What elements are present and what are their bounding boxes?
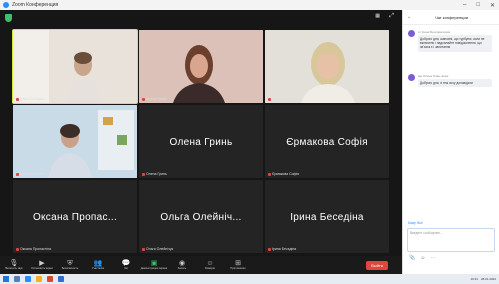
avatar — [408, 74, 415, 81]
mic-muted-icon — [268, 247, 271, 251]
participant-name: Оксана Пропастіна — [16, 247, 51, 251]
record-button[interactable]: ◉ Запись — [168, 260, 196, 271]
person-silhouette — [13, 30, 137, 103]
window-controls: – □ ✕ — [463, 2, 499, 9]
chat-title: Чат конференции — [435, 14, 468, 20]
title-bar: Zoom Конференция – □ ✕ — [0, 0, 499, 10]
file-icon[interactable]: 📎 — [409, 255, 415, 261]
mic-muted-icon — [268, 172, 271, 176]
video-tile[interactable]: Ірина Бесєдіна — [13, 105, 137, 178]
participant-name: Єрмакова Софія — [268, 172, 299, 176]
participant-tile[interactable]: Єрмакова Софія Єрмакова Софія — [265, 105, 389, 178]
chat-panel: ⌄ Чат конференции от Ірина Бесєдіна всем… — [402, 10, 499, 274]
zoom-window: Zoom Конференция – □ ✕ ▦ ⤢ Ірина Бесєдін… — [0, 0, 499, 284]
participant-display-name: Ірина Беседіна — [290, 212, 364, 224]
participants-button[interactable]: 👥 Участники — [84, 260, 112, 271]
person-silhouette — [139, 30, 263, 103]
mic-muted-icon — [142, 172, 145, 176]
minimize-icon[interactable]: – — [463, 2, 466, 9]
chat-button[interactable]: 💬 Чат — [112, 260, 140, 271]
chat-header: ⌄ Чат конференции — [403, 10, 499, 25]
mic-muted-icon — [268, 97, 271, 101]
video-tile[interactable]: Єрмакова Софія — [265, 30, 389, 103]
view-switch-button[interactable]: ▦ — [375, 13, 380, 19]
close-icon[interactable]: ✕ — [490, 2, 495, 9]
system-tray: 10:31 28.01.2022 — [470, 277, 499, 281]
chat-text: Доброго дня, я теж хочу доповідати — [418, 79, 492, 88]
chat-sender: от Ірина Бесєдіна всем — [418, 30, 451, 34]
maximize-icon[interactable]: □ — [476, 2, 480, 9]
encryption-shield-icon[interactable] — [5, 14, 12, 22]
shield-icon: ⛨ — [67, 259, 73, 267]
windows-start-icon[interactable] — [3, 276, 9, 282]
emoji-icon[interactable]: ☺ — [420, 255, 425, 261]
participants-icon: 👥 — [93, 259, 103, 267]
participant-name: Єрмакова Софія — [268, 97, 299, 101]
security-button[interactable]: ⛨ Безопасность — [56, 260, 84, 271]
search-icon[interactable] — [14, 276, 20, 282]
fullscreen-icon[interactable]: ⤢ — [389, 13, 394, 20]
reactions-icon: ☺ — [206, 259, 214, 267]
participant-tile[interactable]: Олена Гринь Олена Гринь — [139, 105, 263, 178]
participant-name: Ольга Олейнічук — [142, 247, 173, 251]
participant-name: Ірина Бесєдіна — [16, 97, 44, 101]
stop-video-button[interactable]: ▶ Остановить видео — [28, 260, 56, 271]
explorer-icon[interactable] — [36, 276, 42, 282]
zoom-logo-icon — [3, 2, 9, 8]
more-icon[interactable]: ⋯ — [430, 255, 435, 261]
participant-display-name: Олена Гринь — [169, 137, 233, 149]
mic-muted-icon — [142, 247, 145, 251]
end-meeting-button[interactable]: Выйти — [366, 260, 388, 270]
participant-name: Олена Гринь — [142, 97, 167, 101]
avatar — [408, 30, 415, 37]
participant-tile[interactable]: Оксана Пропас... Оксана Пропастіна — [13, 180, 137, 253]
reactions-button[interactable]: ☺ Реакции — [196, 260, 224, 271]
clock-date: 28.01.2022 — [480, 277, 496, 281]
chat-message: от Ірина Бесєдіна всем Доброго дня, шано… — [408, 30, 496, 52]
meeting-area: ▦ ⤢ Ірина Бесєдіна Олена Гринь Єрмакова … — [0, 10, 402, 256]
unmute-button[interactable]: 🎙 Включить звук — [0, 260, 28, 271]
camera-icon: ▶ — [39, 259, 45, 267]
zoom-app-icon[interactable] — [25, 276, 31, 282]
mic-muted-icon — [16, 247, 19, 251]
person-silhouette — [265, 30, 389, 103]
participant-tile[interactable]: Ольга Олейніч... Ольга Олейнічук — [139, 180, 263, 253]
chat-recipient-select[interactable]: Кому: Все — [408, 221, 423, 225]
apps-icon: ⊞ — [235, 259, 241, 267]
clock-time: 10:31 — [470, 277, 478, 281]
chevron-down-icon[interactable]: ⌄ — [407, 14, 411, 20]
participant-tile[interactable]: Ірина Беседіна Ірина Бесєдіна — [265, 180, 389, 253]
chat-sender: від Олена Гринь всем — [418, 74, 449, 78]
mic-muted-icon — [16, 97, 19, 101]
share-screen-icon: ▣ — [150, 259, 158, 267]
meeting-top-bar: ▦ ⤢ — [0, 10, 402, 28]
video-tile[interactable]: Ірина Бесєдіна — [12, 29, 138, 104]
person-silhouette — [13, 105, 137, 178]
chat-text: Доброго дня, шановні, що турбуює, коли н… — [418, 35, 492, 52]
taskbar: 10:31 28.01.2022 — [0, 274, 499, 284]
mic-muted-icon: 🎙 — [9, 259, 19, 267]
chat-input[interactable]: Введите сообщение... — [407, 228, 495, 252]
participant-name: Ірина Бесєдіна — [16, 172, 44, 176]
apps-button[interactable]: ⊞ Приложения — [224, 260, 252, 271]
participant-display-name: Єрмакова Софія — [286, 137, 368, 149]
share-screen-button[interactable]: ▣ Демонстрация экрана — [140, 260, 168, 271]
chat-message: від Олена Гринь всем Доброго дня, я теж … — [408, 74, 496, 88]
participant-display-name: Оксана Пропас... — [32, 212, 118, 224]
chat-icon: 💬 — [121, 259, 131, 267]
browser-icon[interactable] — [47, 276, 53, 282]
participant-display-name: Ольга Олейніч... — [160, 212, 242, 224]
mic-muted-icon — [142, 97, 145, 101]
record-icon: ◉ — [178, 259, 186, 267]
participant-name: Олена Гринь — [142, 172, 167, 176]
window-title: Zoom Конференция — [12, 2, 59, 8]
mic-muted-icon — [16, 172, 19, 176]
meeting-toolbar: 🎙 Включить звук ▶ Остановить видео ⛨ Безопа… — [0, 256, 402, 274]
participant-name: Ірина Бесєдіна — [268, 247, 296, 251]
word-icon[interactable] — [58, 276, 64, 282]
video-tile[interactable]: Олена Гринь — [139, 30, 263, 103]
chat-tools: 📎 ☺ ⋯ — [409, 255, 435, 261]
